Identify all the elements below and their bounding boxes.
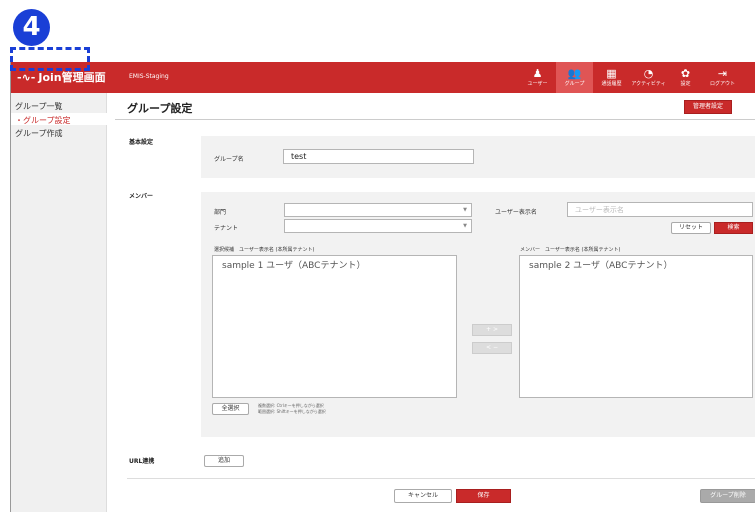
admin-settings-button[interactable]: 管理者設定 — [684, 100, 732, 114]
sidebar-item-group-create[interactable]: グループ作成 — [15, 128, 63, 139]
title-divider — [115, 119, 755, 120]
members-panel: 部門 ▼ テナント ▼ ユーザー表示名 ユーザー表示名 リセット 検索 選択候補… — [201, 192, 755, 437]
department-label: 部門 — [214, 209, 227, 216]
nav-item-label: グループ — [564, 81, 585, 87]
candidates-header: 選択候補 ユーザー表示名 (本所属テナント) — [214, 247, 315, 253]
nav-item-gear[interactable]: ✿ 設定 — [667, 62, 704, 93]
chevron-down-icon: ▼ — [463, 207, 467, 213]
admin-app-window: -∿- Join管理画面 EMIS-Staging ♟ ユーザー 👥 グループ ▦ 通話履歴… — [10, 62, 755, 512]
nav-item-label: 設定 — [680, 81, 691, 87]
activity-icon: ◔ — [643, 67, 654, 80]
nav-item-label: ユーザー — [527, 81, 548, 87]
select-all-button[interactable]: 全選択 — [212, 403, 249, 415]
display-name-search-input[interactable]: ユーザー表示名 — [567, 202, 753, 217]
group-icon: 👥 — [567, 67, 582, 80]
save-button[interactable]: 保存 — [456, 489, 511, 503]
app-logo[interactable]: -∿- Join管理画面 — [17, 69, 106, 85]
nav-item-label: アクティビティ — [631, 81, 666, 87]
sidebar-item-group-list[interactable]: グループ一覧 — [15, 101, 63, 112]
calendar-icon: ▦ — [606, 67, 617, 80]
candidate-option[interactable]: sample 1 ユーザ（ABCテナント） — [222, 258, 447, 271]
nav-item-label: ログアウト — [709, 81, 735, 87]
reset-button[interactable]: リセット — [671, 222, 711, 234]
basic-settings-panel: グループ名 test — [201, 136, 755, 178]
basic-settings-label: 基本設定 — [129, 139, 154, 146]
members-label: メンバー — [129, 193, 154, 200]
group-name-label: グループ名 — [214, 156, 244, 163]
delete-group-button[interactable]: グループ削除 — [700, 489, 755, 503]
department-select[interactable]: ▼ — [284, 203, 472, 217]
join-logo-icon: -∿- — [17, 71, 36, 84]
step-number-badge: 4 — [13, 9, 50, 46]
range-select-hint: 範囲選択: Shiftキーを押しながら選択 — [258, 409, 326, 414]
environment-label: EMIS-Staging — [129, 73, 169, 80]
main-nav: ♟ ユーザー 👥 グループ ▦ 通話履歴 ◔ アクティビティ ✿ 設定 ⇥ ログアウト — [519, 62, 741, 93]
members-listbox[interactable]: sample 2 ユーザ（ABCテナント） — [519, 255, 753, 398]
page-title: グループ設定 — [127, 102, 193, 115]
nav-item-calendar[interactable]: ▦ 通話履歴 — [593, 62, 630, 93]
nav-item-label: 通話履歴 — [601, 81, 622, 87]
remove-member-button[interactable]: < − — [472, 342, 512, 354]
footer-divider — [127, 478, 755, 479]
highlight-dashed-box — [10, 47, 90, 71]
display-name-label: ユーザー表示名 — [495, 209, 537, 216]
add-member-button[interactable]: + > — [472, 324, 512, 336]
sidebar: グループ一覧 ・グループ設定 グループ作成 — [11, 93, 107, 512]
top-header-bar: -∿- Join管理画面 EMIS-Staging ♟ ユーザー 👥 グループ ▦ 通話履歴… — [11, 62, 755, 93]
search-button[interactable]: 検索 — [714, 222, 753, 234]
nav-item-logout[interactable]: ⇥ ログアウト — [704, 62, 741, 93]
candidates-listbox[interactable]: sample 1 ユーザ（ABCテナント） — [212, 255, 457, 398]
cancel-button[interactable]: キャンセル — [394, 489, 452, 503]
sidebar-item-group-settings[interactable]: ・グループ設定 — [15, 115, 71, 126]
url-link-label: URL連携 — [129, 458, 155, 465]
display-name-placeholder: ユーザー表示名 — [575, 206, 624, 214]
app-name: Join管理画面 — [38, 71, 106, 84]
member-option[interactable]: sample 2 ユーザ（ABCテナント） — [529, 258, 743, 271]
tenant-label: テナント — [214, 225, 239, 232]
nav-item-group[interactable]: 👥 グループ — [556, 62, 593, 93]
logout-icon: ⇥ — [717, 67, 728, 80]
group-name-value: test — [291, 152, 307, 161]
gear-icon: ✿ — [680, 67, 691, 80]
tenant-select[interactable]: ▼ — [284, 219, 472, 233]
group-name-input[interactable]: test — [283, 149, 474, 164]
chevron-down-icon: ▼ — [463, 223, 467, 229]
url-add-button[interactable]: 追加 — [204, 455, 244, 467]
members-header: メンバー ユーザー表示名 (本所属テナント) — [520, 247, 621, 253]
user-icon: ♟ — [532, 67, 543, 80]
nav-item-user[interactable]: ♟ ユーザー — [519, 62, 556, 93]
nav-item-activity[interactable]: ◔ アクティビティ — [630, 62, 667, 93]
